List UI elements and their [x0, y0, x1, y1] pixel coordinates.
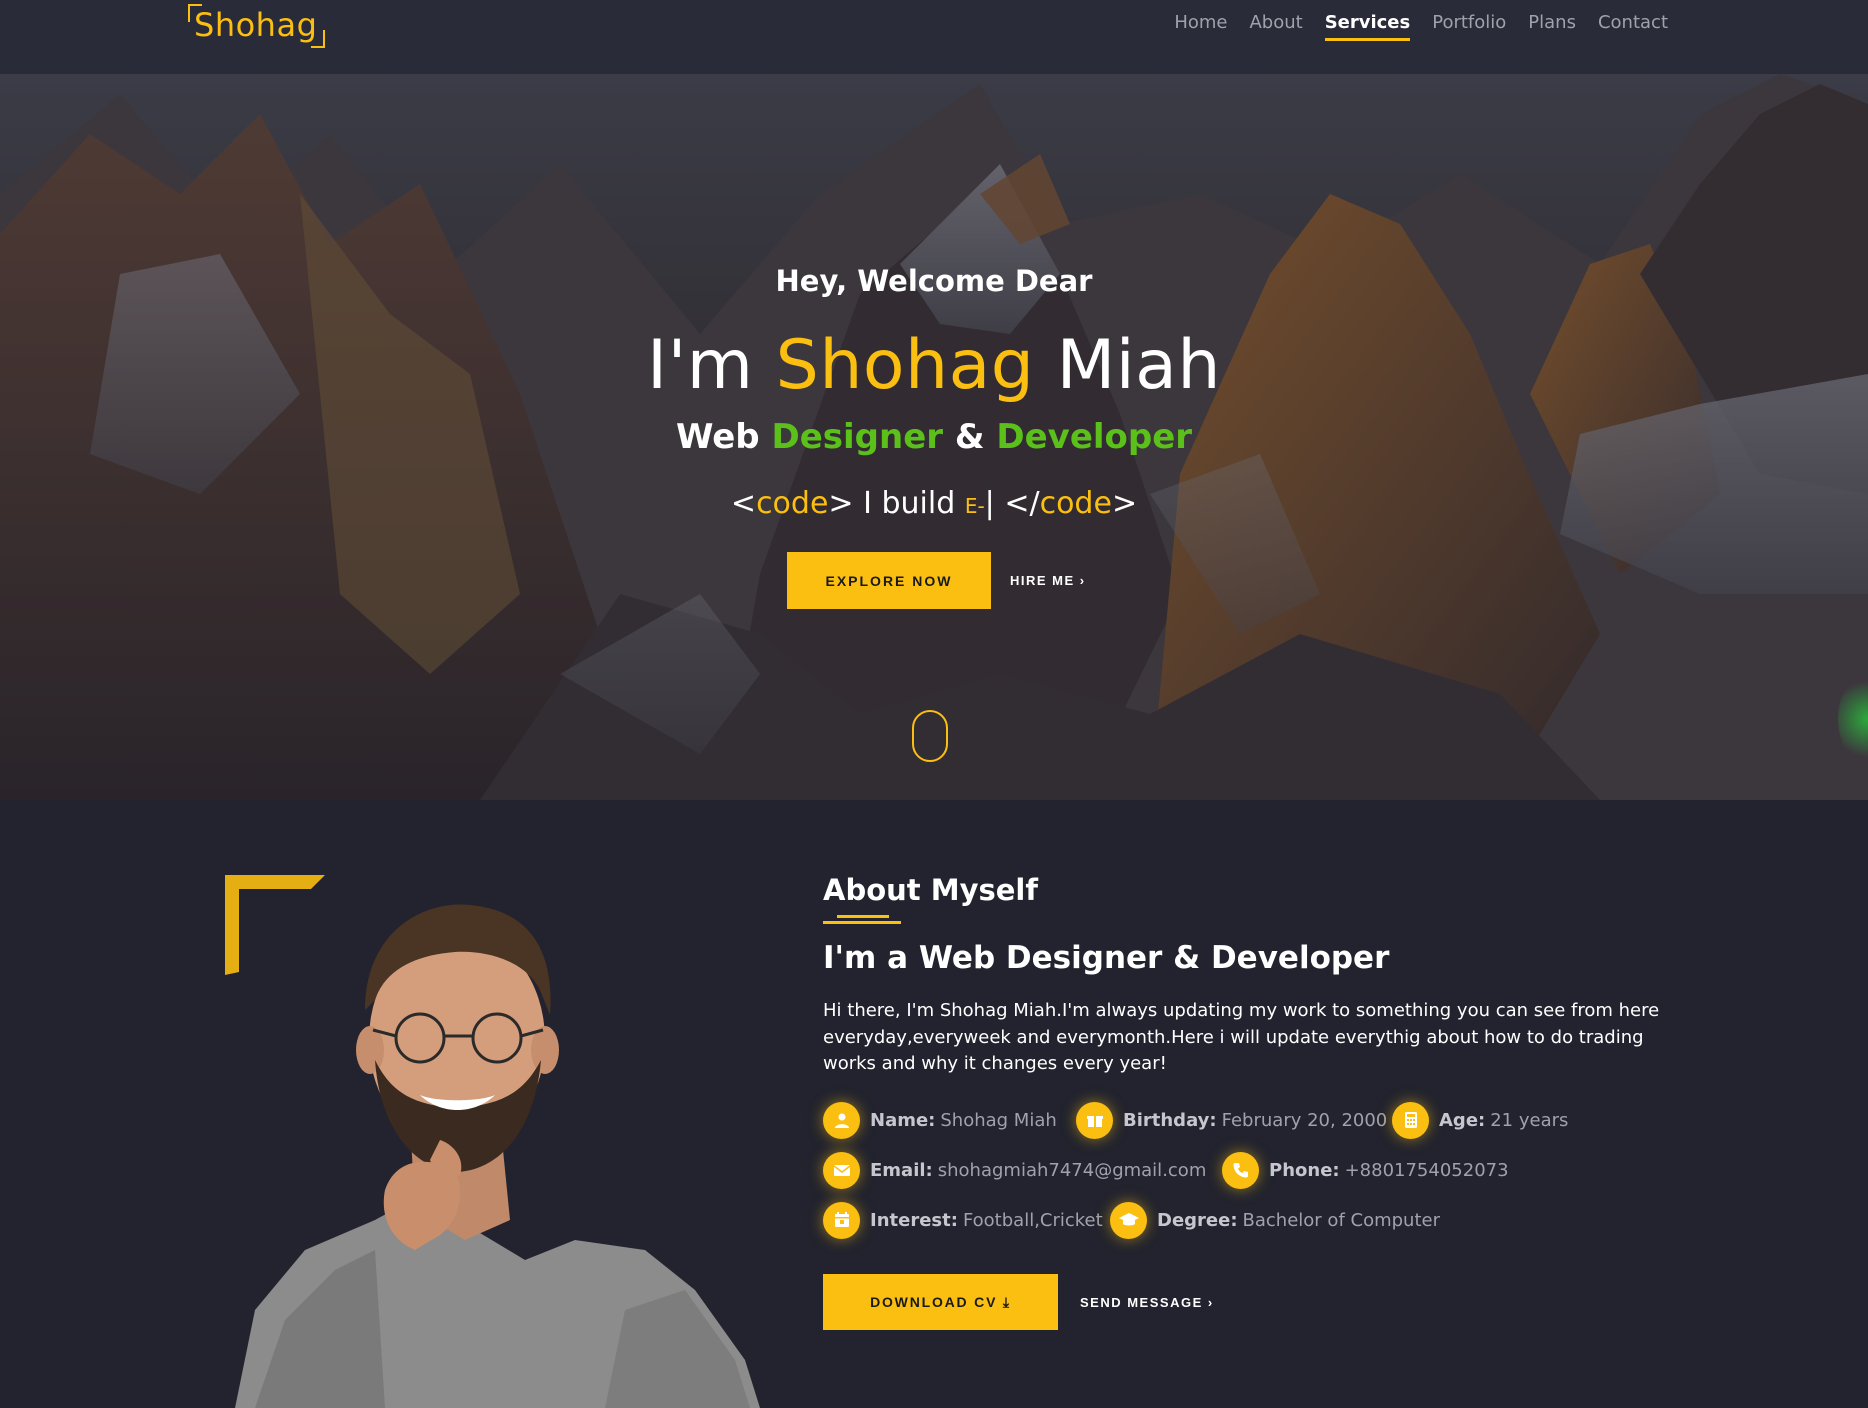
info-name-label: Name:: [870, 1109, 936, 1131]
underline-long: [823, 921, 901, 924]
nav-link-contact[interactable]: Contact: [1598, 12, 1668, 38]
hero-role-developer: Developer: [996, 417, 1193, 457]
info-degree: Degree: Bachelor of Computer: [1110, 1200, 1440, 1240]
info-birthday-value: February 20, 2000: [1221, 1109, 1388, 1131]
info-name: Name: Shohag Miah: [823, 1100, 1057, 1140]
gift-icon: [1076, 1101, 1113, 1139]
info-name-value: Shohag Miah: [940, 1109, 1057, 1131]
info-phone: Phone: +8801754052073: [1222, 1150, 1509, 1190]
hero-headline: I'm Shohag Miah: [0, 326, 1868, 405]
hire-me-label: HIRE ME: [1010, 573, 1075, 588]
navbar: Shohag Home About Services Portfolio Pla…: [0, 0, 1868, 74]
hero-intro: I'm: [647, 326, 754, 405]
info-age: Age: 21 years: [1392, 1100, 1568, 1140]
info-birthday: Birthday: February 20, 2000: [1076, 1100, 1387, 1140]
hero-role-designer: Designer: [771, 417, 944, 457]
about-section: About Myself I'm a Web Designer & Develo…: [0, 800, 1868, 1408]
title-underline: [823, 915, 901, 924]
info-degree-label: Degree:: [1157, 1209, 1238, 1231]
download-cv-label: DOWNLOAD CV: [870, 1293, 998, 1310]
hero-last-name: Miah: [1056, 326, 1221, 405]
code-word-open: code: [756, 486, 829, 521]
info-degree-value: Bachelor of Computer: [1242, 1209, 1440, 1231]
envelope-icon: [823, 1151, 860, 1189]
info-interest-label: Interest:: [870, 1209, 958, 1231]
info-interest-value: Football,Cricket: [962, 1209, 1103, 1231]
hero-section: Hey, Welcome Dear I'm Shohag Miah Web De…: [0, 74, 1868, 800]
profile-photo: [235, 904, 760, 1408]
typing-cursor: |: [984, 486, 995, 521]
about-subtitle: I'm a Web Designer & Developer: [823, 940, 1390, 976]
info-interest: Interest: Football,Cricket: [823, 1200, 1103, 1240]
user-icon: [823, 1101, 860, 1139]
download-icon: ⤓: [1002, 1293, 1011, 1310]
code-word-close: code: [1039, 486, 1112, 521]
underline-short: [837, 915, 889, 918]
info-phone-value: +8801754052073: [1344, 1159, 1509, 1181]
logo[interactable]: Shohag: [188, 4, 326, 48]
about-description: Hi there, I'm Shohag Miah.I'm always upd…: [823, 1000, 1660, 1074]
phone-icon: [1222, 1151, 1259, 1189]
info-birthday-label: Birthday:: [1123, 1109, 1217, 1131]
nav-menu: Home About Services Portfolio Plans Cont…: [1174, 12, 1668, 41]
hero-greeting: Hey, Welcome Dear: [775, 264, 1093, 298]
nav-link-about[interactable]: About: [1249, 12, 1302, 38]
hero-first-name: Shohag: [775, 326, 1035, 405]
typed-text: I build: [863, 486, 956, 521]
hero-content: Hey, Welcome Dear I'm Shohag Miah Web De…: [0, 74, 1868, 800]
code-close-bracket-1: >: [828, 486, 854, 521]
info-age-label: Age:: [1439, 1109, 1486, 1131]
hero-typing-line: <code> I build E-| </code>: [0, 486, 1868, 521]
calculator-icon: [1392, 1101, 1429, 1139]
hire-me-button[interactable]: HIRE ME ›: [1010, 552, 1110, 609]
graduation-cap-icon: [1110, 1201, 1147, 1239]
nav-link-portfolio[interactable]: Portfolio: [1432, 12, 1506, 38]
code-close-open: </: [1004, 486, 1040, 521]
mouse-scroll-icon[interactable]: [912, 710, 948, 762]
hero-role: Web Designer & Developer: [0, 417, 1868, 457]
info-email-label: Email:: [870, 1159, 933, 1181]
info-age-value: 21 years: [1490, 1109, 1569, 1131]
calendar-icon: [823, 1201, 860, 1239]
info-phone-label: Phone:: [1269, 1159, 1340, 1181]
code-close-bracket-2: >: [1111, 486, 1138, 521]
send-message-label: SEND MESSAGE: [1080, 1294, 1203, 1310]
code-open-bracket: <: [730, 486, 757, 521]
nav-link-services[interactable]: Services: [1324, 12, 1411, 41]
about-title: About Myself: [823, 873, 1038, 907]
nav-link-home[interactable]: Home: [1174, 12, 1227, 38]
download-cv-button[interactable]: DOWNLOAD CV ⤓: [823, 1274, 1058, 1330]
chevron-right-icon: ›: [1079, 573, 1086, 588]
chevron-right-icon: ›: [1207, 1294, 1214, 1310]
hero-role-amp: &: [954, 417, 985, 457]
send-message-button[interactable]: SEND MESSAGE ›: [1080, 1274, 1230, 1330]
explore-now-button[interactable]: EXPLORE NOW: [787, 552, 991, 609]
hero-role-prefix: Web: [675, 417, 760, 457]
info-email-value: shohagmiah7474@gmail.com: [937, 1159, 1207, 1181]
info-email: Email: shohagmiah7474@gmail.com: [823, 1150, 1206, 1190]
nav-link-plans[interactable]: Plans: [1528, 12, 1576, 38]
typed-partial: E-: [964, 494, 985, 518]
